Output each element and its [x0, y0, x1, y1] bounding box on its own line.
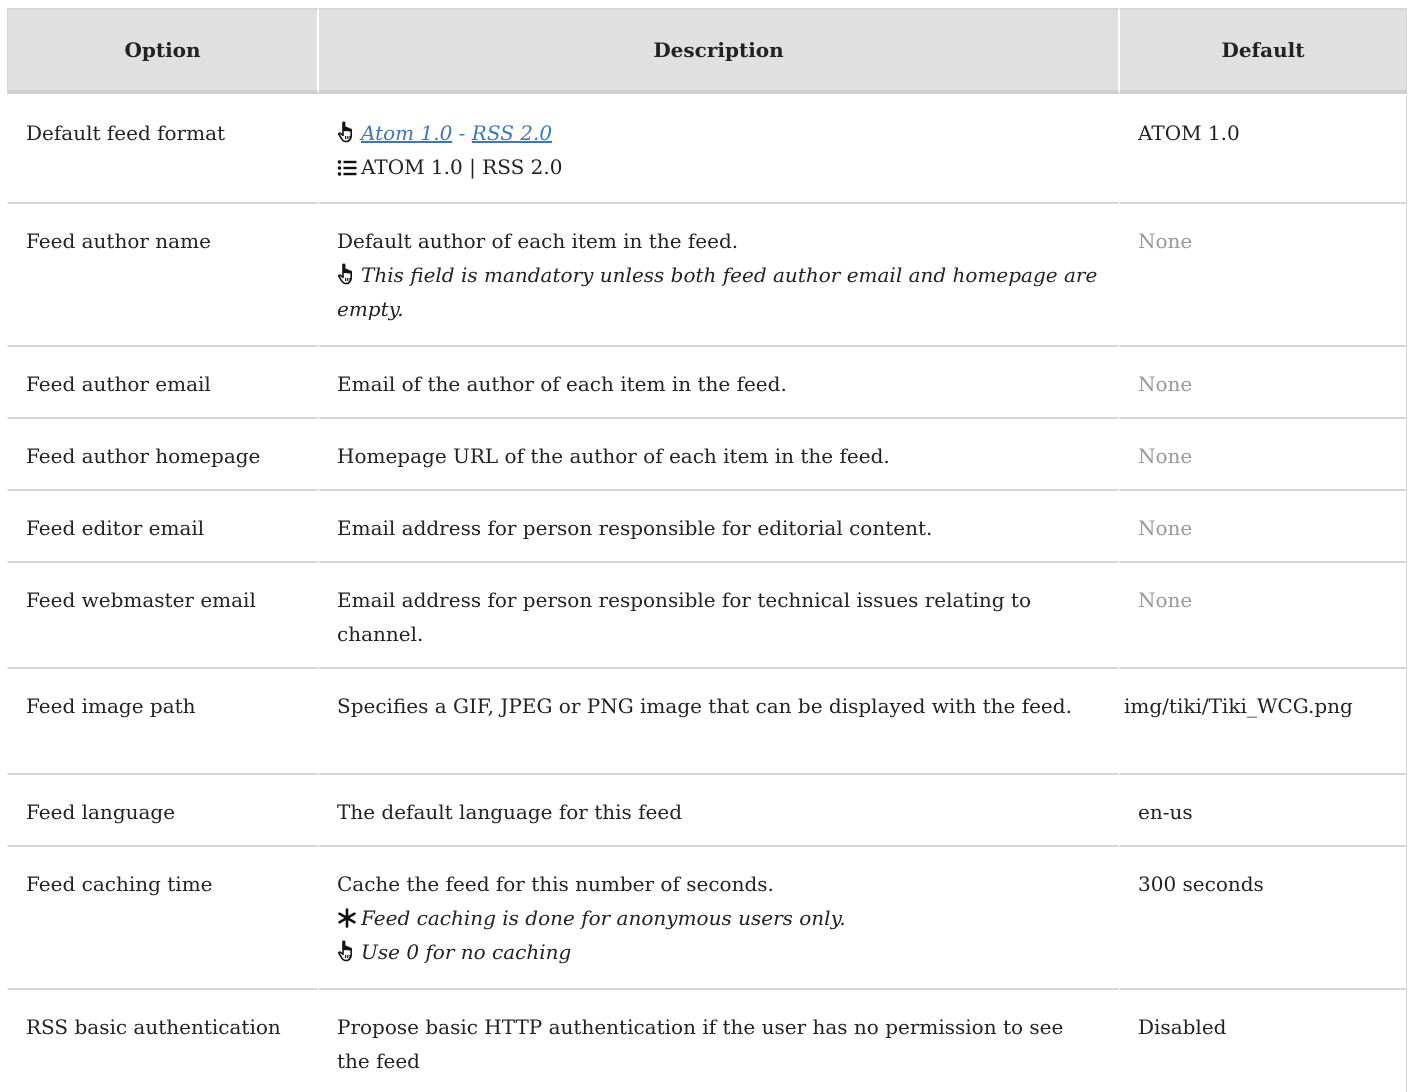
default-cell: ATOM 1.0 [1120, 94, 1407, 202]
description-text: Cache the feed for this number of second… [337, 872, 774, 896]
default-cell: Disabled [1120, 988, 1407, 1092]
option-cell: Feed author name [7, 202, 319, 345]
option-cell: Feed editor email [7, 489, 319, 561]
hand-pointer-icon [337, 258, 361, 292]
hand-pointer-icon [337, 935, 361, 969]
option-cell: RSS basic authentication [7, 988, 319, 1092]
default-cell: img/tiki/Tiki_WCG.png [1120, 667, 1407, 773]
list-icon [337, 150, 361, 184]
format-links: Atom 1.0 - RSS 2.0 [337, 116, 1100, 150]
link-separator: - [452, 121, 472, 145]
default-cell: None [1120, 345, 1407, 417]
default-cell: None [1120, 489, 1407, 561]
description-cell: Cache the feed for this number of second… [319, 845, 1120, 988]
tip-line: Use 0 for no caching [337, 935, 1100, 969]
description-cell: Homepage URL of the author of each item … [319, 417, 1120, 489]
rss-link[interactable]: RSS 2.0 [472, 121, 552, 145]
description-cell: The default language for this feed [319, 773, 1120, 845]
table-row: RSS basic authentication Propose basic H… [7, 988, 1407, 1092]
description-cell: Specifies a GIF, JPEG or PNG image that … [319, 667, 1120, 773]
default-cell: None [1120, 561, 1407, 667]
note-text: Feed caching is done for anonymous users… [361, 906, 846, 930]
note-line: Feed caching is done for anonymous users… [337, 901, 1100, 935]
option-cell: Default feed format [7, 94, 319, 202]
tip-text: This field is mandatory unless both feed… [337, 263, 1098, 321]
option-cell: Feed author email [7, 345, 319, 417]
default-cell: None [1120, 417, 1407, 489]
header-option: Option [7, 8, 319, 94]
description-cell: Propose basic HTTP authentication if the… [319, 988, 1120, 1092]
table-row: Feed editor email Email address for pers… [7, 489, 1407, 561]
hand-pointer-icon [337, 116, 361, 150]
option-cell: Feed author homepage [7, 417, 319, 489]
table-row: Feed author homepage Homepage URL of the… [7, 417, 1407, 489]
option-cell: Feed caching time [7, 845, 319, 988]
description-cell: Atom 1.0 - RSS 2.0 ATOM 1.0 | RSS 2.0 [319, 94, 1120, 202]
option-cell: Feed image path [7, 667, 319, 773]
table-row: Feed caching time Cache the feed for thi… [7, 845, 1407, 988]
tip-line: This field is mandatory unless both feed… [337, 258, 1100, 326]
table-row: Feed author name Default author of each … [7, 202, 1407, 345]
default-cell: 300 seconds [1120, 845, 1407, 988]
description-cell: Email address for person responsible for… [319, 489, 1120, 561]
page: Option Description Default Default feed … [0, 0, 1408, 1092]
option-cell: Feed webmaster email [7, 561, 319, 667]
preferences-table: Option Description Default Default feed … [7, 8, 1407, 1092]
description-cell: Default author of each item in the feed.… [319, 202, 1120, 345]
header-description: Description [319, 8, 1120, 94]
choices-text: ATOM 1.0 | RSS 2.0 [361, 155, 563, 179]
default-cell: en-us [1120, 773, 1407, 845]
description-cell: Email of the author of each item in the … [319, 345, 1120, 417]
option-cell: Feed language [7, 773, 319, 845]
table-row: Feed author email Email of the author of… [7, 345, 1407, 417]
tip-text: Use 0 for no caching [361, 940, 572, 964]
table-header-row: Option Description Default [7, 8, 1407, 94]
table-row: Feed image path Specifies a GIF, JPEG or… [7, 667, 1407, 773]
atom-link[interactable]: Atom 1.0 [361, 121, 452, 145]
description-text: Default author of each item in the feed. [337, 229, 739, 253]
default-cell: None [1120, 202, 1407, 345]
format-choices: ATOM 1.0 | RSS 2.0 [337, 150, 1100, 184]
asterisk-icon [337, 901, 361, 935]
table-row: Feed webmaster email Email address for p… [7, 561, 1407, 667]
header-default: Default [1120, 8, 1407, 94]
table-row: Feed language The default language for t… [7, 773, 1407, 845]
description-cell: Email address for person responsible for… [319, 561, 1120, 667]
table-row: Default feed format Atom 1.0 - RSS 2.0 A… [7, 94, 1407, 202]
